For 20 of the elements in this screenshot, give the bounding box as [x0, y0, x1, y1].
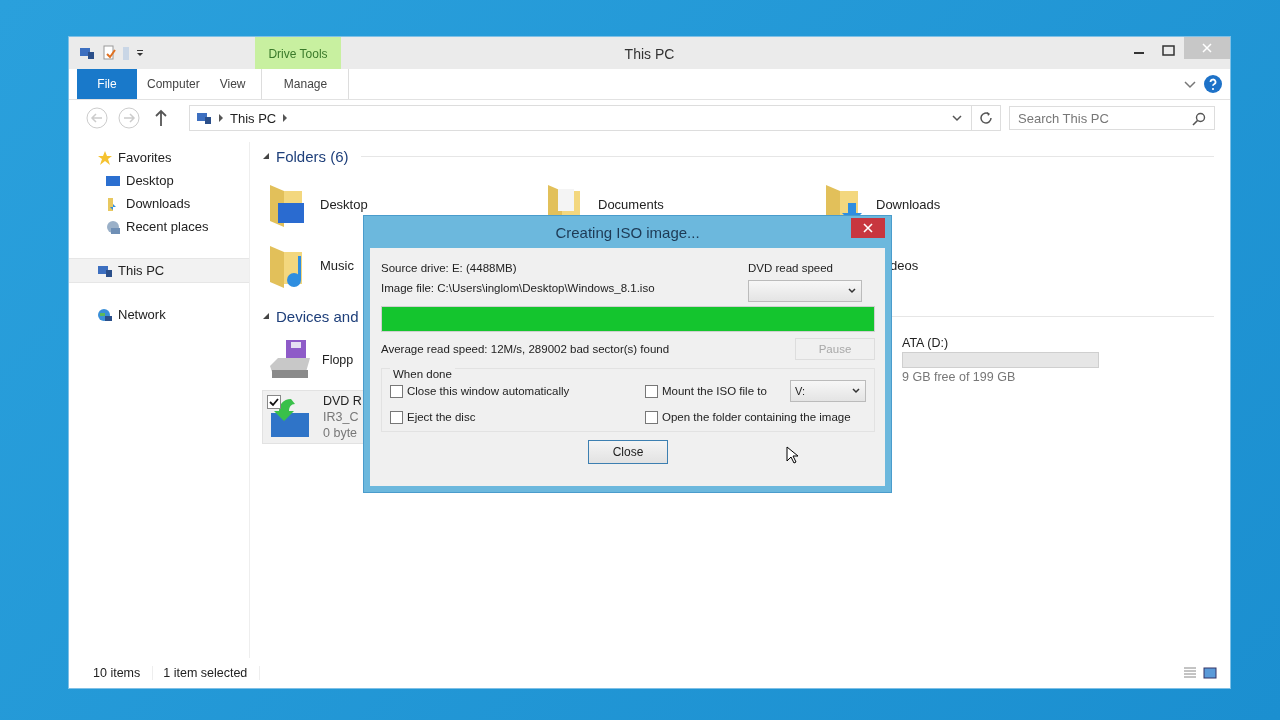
status-text: Average read speed: 12M/s, 289002 bad sector(s) found [381, 343, 670, 355]
dialog-title: Creating ISO image... [555, 223, 700, 241]
device-label: 9 GB free of 199 GB [902, 370, 1017, 384]
device-label: 0 byte [323, 426, 359, 440]
selection-count: 1 item selected [163, 666, 261, 680]
device-label: IR3_C [323, 410, 360, 424]
device-label: ATA (D:) [902, 336, 950, 350]
source-drive-text: Source drive: E: (4488MB) [381, 262, 518, 274]
image-file-text: Image file: C:\Users\inglom\Desktop\Windows_8.1.iso [381, 282, 655, 294]
group-label: When done [390, 368, 455, 380]
device-label: Flopp [322, 353, 354, 367]
option-label: Eject the disc [407, 411, 476, 423]
option-label: Close this window automatically [407, 385, 570, 397]
item-count: 10 items [93, 666, 154, 680]
speed-label: DVD read speed [748, 262, 835, 274]
context-tab-header: Drive Tools [255, 37, 341, 69]
option-label: Open the folder containing the image [662, 411, 851, 423]
device-label: DVD R [323, 394, 362, 408]
window-title: This PC [624, 46, 675, 62]
option-label: Mount the ISO file to [662, 385, 767, 397]
